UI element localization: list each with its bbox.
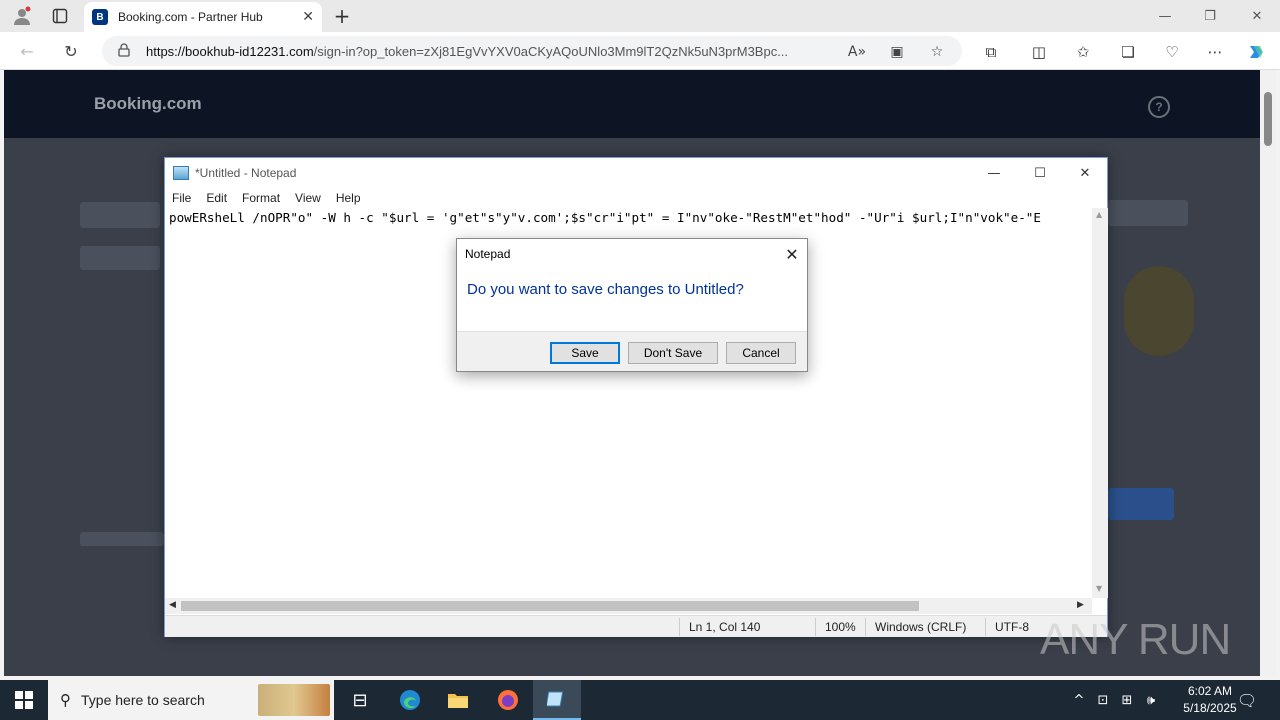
collections-icon[interactable]: ❏ — [1118, 42, 1138, 62]
scroll-up-arrow-icon[interactable]: ▲ — [1096, 210, 1102, 219]
tab-actions-icon[interactable] — [48, 4, 72, 28]
status-cursor-position: Ln 1, Col 140 — [689, 620, 761, 634]
status-separator — [985, 618, 986, 636]
url-text: https://bookhub-id12231.com/sign-in?op_t… — [146, 43, 789, 59]
status-encoding: UTF-8 — [995, 620, 1029, 634]
status-separator — [815, 618, 816, 636]
dont-save-button[interactable]: Don't Save — [628, 342, 718, 364]
menu-format[interactable]: Format — [242, 188, 280, 208]
task-view-icon[interactable]: ⊟ — [336, 680, 384, 720]
read-aloud-icon[interactable]: A» — [848, 43, 866, 61]
edge-taskbar-icon[interactable] — [386, 680, 434, 720]
notepad-title-bar[interactable]: *Untitled - Notepad — [165, 158, 1107, 188]
show-hidden-icons-chevron-icon[interactable]: ^ — [1070, 691, 1088, 709]
blurred-block — [1108, 200, 1188, 226]
status-separator — [865, 618, 866, 636]
notepad-vertical-scrollbar[interactable]: ▲ ▼ — [1092, 208, 1108, 598]
menu-edit[interactable]: Edit — [206, 188, 227, 208]
notepad-menu-bar: File Edit Format View Help — [165, 188, 1107, 208]
page-scrollbar-thumb[interactable] — [1264, 92, 1272, 146]
notepad-maximize-icon[interactable]: ☐ — [1029, 163, 1051, 183]
back-arrow-icon[interactable]: ← — [16, 40, 38, 62]
favorite-star-icon[interactable]: ☆ — [928, 43, 946, 61]
browser-tab-bar: B Booking.com - Partner Hub ✕ + — ❐ ✕ — [0, 0, 1280, 32]
scroll-right-arrow-icon[interactable]: ▶ — [1077, 600, 1084, 610]
start-button[interactable] — [0, 680, 48, 720]
tab-title: Booking.com - Partner Hub — [118, 10, 263, 24]
firefox-icon[interactable] — [484, 680, 532, 720]
more-menu-icon[interactable]: ⋯ — [1205, 42, 1225, 62]
page-scrollbar[interactable] — [1260, 70, 1276, 676]
notepad-app-icon — [173, 166, 189, 180]
notepad-window: *Untitled - Notepad — ☐ ✕ File Edit Form… — [164, 157, 1108, 637]
close-window-icon[interactable]: ✕ — [1247, 6, 1267, 26]
dialog-button-bar: Save Don't Save Cancel — [457, 331, 807, 371]
copilot-icon[interactable] — [1246, 42, 1266, 62]
device-tray-icon[interactable]: ⊡ — [1094, 691, 1112, 709]
booking-favicon-icon: B — [92, 9, 108, 25]
notepad-minimize-icon[interactable]: — — [983, 163, 1005, 183]
search-placeholder: Type here to search — [81, 692, 205, 708]
horizontal-scrollbar-thumb[interactable] — [181, 601, 919, 611]
blurred-text — [80, 532, 164, 546]
network-icon[interactable]: ⊞ — [1118, 691, 1136, 709]
minimize-icon[interactable]: — — [1155, 6, 1175, 26]
taskbar-search-box[interactable]: ⚲ Type here to search — [48, 680, 334, 720]
dialog-close-icon[interactable]: ✕ — [781, 243, 803, 265]
cancel-button[interactable]: Cancel — [726, 342, 796, 364]
restore-icon[interactable]: ❐ — [1200, 6, 1220, 26]
blurred-button — [1108, 488, 1174, 520]
blurred-heading — [80, 246, 160, 270]
notepad-title: *Untitled - Notepad — [195, 166, 297, 180]
file-explorer-icon[interactable] — [434, 680, 482, 720]
browser-essentials-icon[interactable]: ♡ — [1162, 42, 1182, 62]
address-bar[interactable]: https://bookhub-id12231.com/sign-in?op_t… — [102, 36, 962, 66]
page-header: Booking.com ? — [4, 70, 1260, 138]
help-icon[interactable]: ? — [1148, 96, 1170, 118]
menu-view[interactable]: View — [295, 188, 321, 208]
favorites-icon[interactable]: ✩ — [1073, 42, 1093, 62]
scroll-left-arrow-icon[interactable]: ◀ — [169, 600, 176, 610]
volume-icon[interactable]: 🕪 — [1142, 691, 1160, 709]
refresh-icon[interactable]: ↻ — [60, 40, 82, 62]
close-tab-icon[interactable]: ✕ — [302, 9, 314, 25]
search-highlight-image[interactable] — [258, 684, 330, 716]
search-icon: ⚲ — [60, 691, 71, 709]
blurred-illustration — [1124, 266, 1194, 356]
save-button[interactable]: Save — [550, 342, 620, 364]
tab-booking-partner-hub[interactable]: B Booking.com - Partner Hub ✕ — [84, 2, 322, 32]
extensions-icon[interactable]: ⧉ — [981, 42, 1001, 62]
status-separator — [679, 618, 680, 636]
dialog-message: Do you want to save changes to Untitled? — [467, 281, 744, 298]
notepad-taskbar-icon[interactable] — [533, 680, 581, 720]
lock-icon[interactable] — [118, 42, 132, 60]
save-changes-dialog: Notepad ✕ Do you want to save changes to… — [456, 238, 808, 372]
anyrun-watermark: ANY RUN — [1040, 615, 1231, 664]
windows-taskbar: ⚲ Type here to search ⊟ ^ ⊡ ⊞ 🕪 6:02 AM … — [0, 680, 1280, 720]
blurred-heading — [80, 202, 160, 228]
browser-toolbar: ← ↻ https://bookhub-id12231.com/sign-in?… — [0, 32, 1280, 70]
new-tab-button[interactable]: + — [330, 4, 354, 28]
notifications-icon[interactable]: 🗨 — [1237, 691, 1257, 710]
windows-logo-icon — [15, 691, 33, 709]
notepad-text-area[interactable]: powERsheLl /nOPR"o" -W h -c "$url = 'g"e… — [169, 210, 1094, 225]
notepad-status-bar: Ln 1, Col 140 100% Windows (CRLF) UTF-8 — [165, 615, 1107, 637]
split-screen-icon[interactable]: ◫ — [1029, 42, 1049, 62]
menu-help[interactable]: Help — [336, 188, 361, 208]
booking-logo: Booking.com — [94, 94, 202, 113]
scroll-down-arrow-icon[interactable]: ▼ — [1096, 584, 1102, 593]
status-line-ending: Windows (CRLF) — [875, 620, 967, 634]
notepad-horizontal-scrollbar[interactable]: ◀ ▶ — [165, 598, 1092, 614]
immersive-reader-icon[interactable]: ▣ — [888, 43, 906, 61]
status-zoom: 100% — [825, 620, 856, 634]
profile-icon[interactable] — [10, 4, 34, 28]
menu-file[interactable]: File — [172, 188, 191, 208]
dialog-title: Notepad — [465, 247, 511, 261]
notepad-close-icon[interactable]: ✕ — [1074, 163, 1096, 183]
